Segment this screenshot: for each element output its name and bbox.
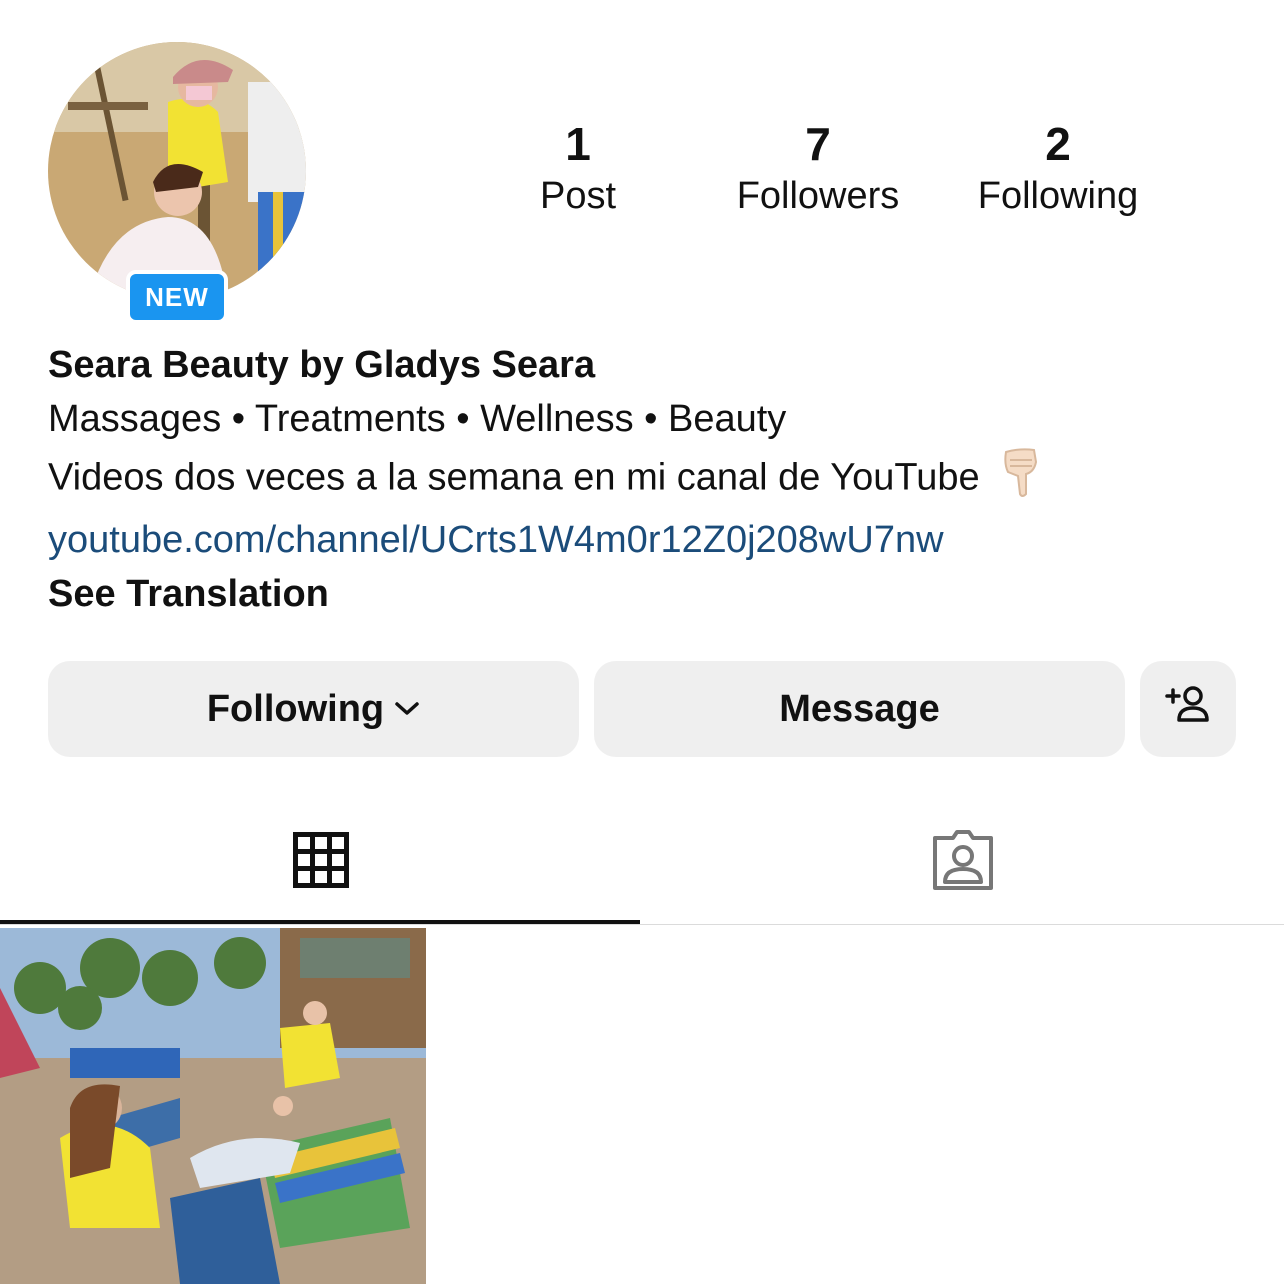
tagged-person-icon [929, 826, 997, 899]
bio-text: Videos dos veces a la semana en mi canal… [48, 456, 980, 499]
bio-text-line: Videos dos veces a la semana en mi canal… [48, 446, 1248, 513]
category-line: Massages • Treatments • Wellness • Beaut… [48, 398, 787, 440]
profile-avatar[interactable] [48, 42, 306, 300]
bio-section: Seara Beauty by Gladys Seara Massages • … [48, 338, 1248, 621]
message-button-label: Message [779, 687, 940, 730]
following-button-label: Following [206, 687, 385, 730]
message-button[interactable]: Message [594, 661, 1125, 757]
avatar-photo [48, 42, 306, 300]
posts-count: 1 [565, 118, 591, 170]
posts-label: Post [539, 175, 617, 217]
followers-label: Followers [736, 175, 900, 217]
stat-followers[interactable]: 7 Followers [698, 116, 938, 220]
grid-icon [291, 830, 351, 895]
tab-divider [0, 924, 1284, 925]
following-button[interactable]: Following [48, 661, 579, 757]
tab-tagged[interactable] [642, 800, 1284, 924]
tab-posts-grid[interactable] [0, 800, 642, 924]
new-badge: NEW [126, 270, 228, 324]
pointing-down-hand-icon [1000, 446, 1040, 513]
followers-count: 7 [805, 118, 831, 170]
following-label: Following [977, 175, 1139, 217]
following-count: 2 [1045, 118, 1071, 170]
profile-link[interactable]: youtube.com/channel/UCrts1W4m0r12Z0j208w… [48, 513, 1248, 567]
add-user-button[interactable] [1140, 661, 1236, 757]
stat-posts[interactable]: 1 Post [458, 116, 698, 220]
see-translation-button[interactable]: See Translation [48, 567, 1248, 621]
profile-page: NEW 1 Post 7 Followers 2 Following Seara… [0, 0, 1284, 1284]
post-photo [0, 928, 426, 1284]
post-thumbnail[interactable] [0, 928, 426, 1284]
profile-name: Seara Beauty by Gladys Seara [48, 344, 596, 386]
chevron-down-icon [394, 701, 420, 717]
stat-following[interactable]: 2 Following [938, 116, 1178, 220]
add-user-icon [1164, 684, 1212, 734]
